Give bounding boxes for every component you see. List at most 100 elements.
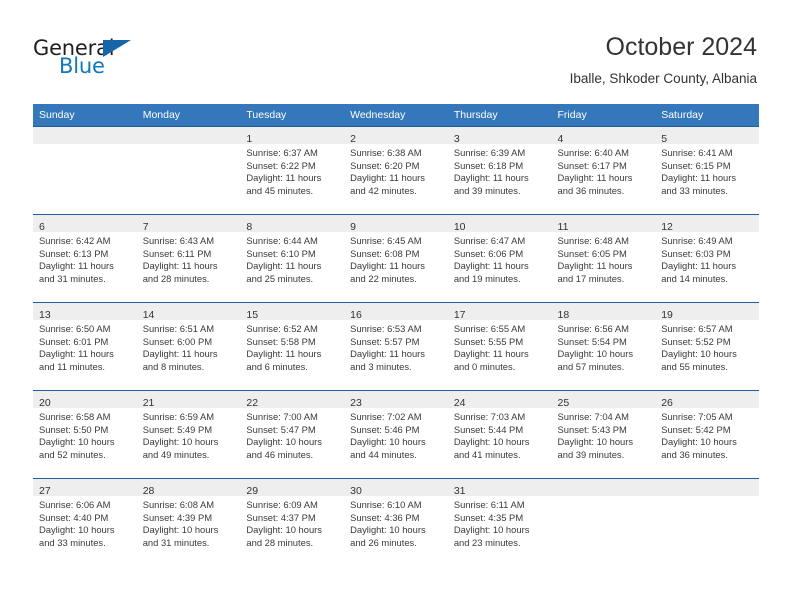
calendar-day-cell[interactable]: 31 Sunrise: 6:11 AM Sunset: 4:35 PM Dayligh… — [447, 478, 552, 566]
calendar-day-cell[interactable]: 3 Sunrise: 6:39 AM Sunset: 6:18 PM Daylight… — [447, 126, 552, 215]
calendar-day-cell[interactable]: 1 Sunrise: 6:37 AM Sunset: 6:22 PM Daylight… — [240, 126, 345, 215]
calendar-week-row: 6 Sunrise: 6:42 AM Sunset: 6:13 PM Daylight… — [33, 214, 759, 303]
daylight-duration-line2: and 46 minutes. — [246, 448, 314, 460]
day-number: 9 — [350, 221, 356, 233]
day-cell-body: Sunrise: 6:43 AM Sunset: 6:11 PM Daylight:… — [137, 232, 241, 285]
calendar-day-cell[interactable]: 11 Sunrise: 6:48 AM Sunset: 6:05 PM Dayligh… — [551, 214, 656, 303]
day-cell-body: Sunrise: 6:11 AM Sunset: 4:35 PM Daylight:… — [448, 496, 552, 549]
daylight-duration-line1: Daylight: 10 hours — [557, 348, 634, 360]
calendar-day-cell[interactable]: 14 Sunrise: 6:51 AM Sunset: 6:00 PM Dayligh… — [136, 302, 241, 391]
calendar-day-cell[interactable]: 30 Sunrise: 6:10 AM Sunset: 4:36 PM Dayligh… — [344, 478, 448, 566]
day-cell-body: Sunrise: 7:02 AM Sunset: 5:46 PM Daylight:… — [344, 408, 448, 461]
sunrise-time: Sunrise: 6:45 AM — [350, 235, 422, 246]
day-cell-body — [137, 144, 241, 147]
sunset-time: Sunset: 6:01 PM — [39, 335, 109, 347]
day-number-band: 19 — [655, 303, 759, 321]
calendar-day-cell[interactable]: 25 Sunrise: 7:04 AM Sunset: 5:43 PM Dayligh… — [551, 390, 656, 479]
sunset-time: Sunset: 6:15 PM — [661, 159, 731, 171]
day-number: 12 — [661, 221, 673, 233]
daylight-duration-line2: and 33 minutes. — [39, 536, 106, 548]
calendar-day-cell-empty — [33, 126, 137, 215]
calendar-day-cell[interactable]: 24 Sunrise: 7:03 AM Sunset: 5:44 PM Dayligh… — [447, 390, 552, 479]
day-number: 13 — [39, 309, 51, 321]
sunrise-time: Sunrise: 6:09 AM — [246, 499, 318, 510]
day-number-band: 31 — [447, 479, 552, 497]
calendar-day-cell[interactable]: 5 Sunrise: 6:41 AM Sunset: 6:15 PM Daylight… — [655, 126, 759, 215]
day-cell-body: Sunrise: 6:50 AM Sunset: 6:01 PM Daylight:… — [33, 320, 137, 373]
daylight-duration-line2: and 42 minutes. — [350, 184, 417, 196]
calendar-day-cell[interactable]: 20 Sunrise: 6:58 AM Sunset: 5:50 PM Dayligh… — [33, 390, 137, 479]
sunset-time: Sunset: 5:47 PM — [246, 423, 316, 435]
daylight-duration-line2: and 31 minutes. — [39, 272, 106, 284]
calendar-day-cell[interactable]: 17 Sunrise: 6:55 AM Sunset: 5:55 PM Dayligh… — [447, 302, 552, 391]
calendar-day-cell[interactable]: 6 Sunrise: 6:42 AM Sunset: 6:13 PM Daylight… — [33, 214, 137, 303]
calendar-week-row: 27 Sunrise: 6:06 AM Sunset: 4:40 PM Dayligh… — [33, 478, 759, 566]
day-cell-inner — [551, 479, 656, 566]
daylight-duration-line2: and 44 minutes. — [350, 448, 417, 460]
day-cell-inner: 9 Sunrise: 6:45 AM Sunset: 6:08 PM Daylight… — [344, 215, 448, 302]
calendar-day-cell[interactable]: 8 Sunrise: 6:44 AM Sunset: 6:10 PM Daylight… — [240, 214, 345, 303]
calendar-day-cell[interactable]: 10 Sunrise: 6:47 AM Sunset: 6:06 PM Dayligh… — [447, 214, 552, 303]
calendar-day-cell[interactable]: 7 Sunrise: 6:43 AM Sunset: 6:11 PM Daylight… — [136, 214, 241, 303]
day-cell-inner: 23 Sunrise: 7:02 AM Sunset: 5:46 PM Dayligh… — [344, 391, 448, 478]
calendar-day-cell[interactable]: 16 Sunrise: 6:53 AM Sunset: 5:57 PM Dayligh… — [344, 302, 448, 391]
calendar-day-cell[interactable]: 21 Sunrise: 6:59 AM Sunset: 5:49 PM Dayligh… — [136, 390, 241, 479]
day-cell-body: Sunrise: 6:09 AM Sunset: 4:37 PM Daylight:… — [240, 496, 344, 549]
day-number-band: 7 — [136, 215, 241, 233]
calendar-day-cell[interactable]: 4 Sunrise: 6:40 AM Sunset: 6:17 PM Daylight… — [551, 126, 656, 215]
day-number: 11 — [557, 221, 569, 233]
calendar-day-cell[interactable]: 28 Sunrise: 6:08 AM Sunset: 4:39 PM Dayligh… — [136, 478, 241, 566]
day-number-band: 12 — [655, 215, 759, 233]
daylight-duration-line1: Daylight: 11 hours — [350, 260, 425, 272]
title-block: October 2024 Iballe, Shkoder County, Alb… — [570, 33, 757, 86]
calendar-day-cell-empty — [136, 126, 241, 215]
calendar-day-cell[interactable]: 23 Sunrise: 7:02 AM Sunset: 5:46 PM Dayligh… — [344, 390, 448, 479]
calendar-day-cell[interactable]: 19 Sunrise: 6:57 AM Sunset: 5:52 PM Dayligh… — [655, 302, 759, 391]
calendar-day-cell[interactable]: 12 Sunrise: 6:49 AM Sunset: 6:03 PM Dayligh… — [655, 214, 759, 303]
day-cell-inner: 28 Sunrise: 6:08 AM Sunset: 4:39 PM Dayligh… — [136, 479, 241, 566]
calendar-day-cell[interactable]: 22 Sunrise: 7:00 AM Sunset: 5:47 PM Dayligh… — [240, 390, 345, 479]
day-cell-inner — [33, 127, 137, 214]
sunset-time: Sunset: 6:20 PM — [350, 159, 420, 171]
sunrise-time: Sunrise: 7:00 AM — [246, 411, 318, 422]
sunrise-sunset-calendar: Sunday Monday Tuesday Wednesday Thursday… — [33, 104, 759, 566]
calendar-page: General Blue October 2024 Iballe, Shkode… — [0, 0, 792, 612]
day-cell-body — [552, 496, 656, 499]
daylight-duration-line2: and 11 minutes. — [39, 360, 106, 372]
calendar-day-cell[interactable]: 26 Sunrise: 7:05 AM Sunset: 5:42 PM Dayligh… — [655, 390, 759, 479]
day-cell-body — [655, 496, 759, 499]
sunrise-time: Sunrise: 6:37 AM — [246, 147, 318, 158]
day-cell-body: Sunrise: 6:56 AM Sunset: 5:54 PM Daylight:… — [552, 320, 656, 373]
day-number-band: 20 — [33, 391, 137, 409]
daylight-duration-line1: Daylight: 10 hours — [142, 436, 219, 448]
day-cell-body: Sunrise: 6:51 AM Sunset: 6:00 PM Daylight:… — [137, 320, 241, 373]
calendar-day-cell[interactable]: 29 Sunrise: 6:09 AM Sunset: 4:37 PM Dayligh… — [240, 478, 345, 566]
day-cell-inner: 22 Sunrise: 7:00 AM Sunset: 5:47 PM Dayligh… — [240, 391, 345, 478]
calendar-day-cell[interactable]: 2 Sunrise: 6:38 AM Sunset: 6:20 PM Daylight… — [344, 126, 448, 215]
weekday-header-monday: Monday — [136, 104, 241, 127]
calendar-day-cell[interactable]: 15 Sunrise: 6:52 AM Sunset: 5:58 PM Dayligh… — [240, 302, 345, 391]
sunset-time: Sunset: 6:00 PM — [142, 335, 213, 347]
day-number: 19 — [661, 309, 673, 321]
general-blue-logo[interactable]: General Blue — [33, 38, 253, 86]
calendar-day-cell[interactable]: 9 Sunrise: 6:45 AM Sunset: 6:08 PM Daylight… — [344, 214, 448, 303]
calendar-day-cell-empty — [655, 478, 759, 566]
day-cell-body: Sunrise: 6:37 AM Sunset: 6:22 PM Daylight:… — [240, 144, 344, 197]
day-number-band: 25 — [551, 391, 656, 409]
day-cell-body: Sunrise: 6:38 AM Sunset: 6:20 PM Daylight:… — [344, 144, 448, 197]
day-number: 21 — [142, 397, 155, 409]
day-cell-inner: 3 Sunrise: 6:39 AM Sunset: 6:18 PM Daylight… — [447, 127, 552, 214]
calendar-day-cell[interactable]: 13 Sunrise: 6:50 AM Sunset: 6:01 PM Dayligh… — [33, 302, 137, 391]
page-subtitle: Iballe, Shkoder County, Albania — [569, 70, 757, 86]
daylight-duration-line2: and 28 minutes. — [142, 272, 210, 284]
sunrise-time: Sunrise: 6:39 AM — [453, 147, 526, 158]
calendar-day-cell[interactable]: 27 Sunrise: 6:06 AM Sunset: 4:40 PM Dayligh… — [33, 478, 137, 566]
daylight-duration-line2: and 0 minutes. — [453, 360, 516, 372]
daylight-duration-line2: and 55 minutes. — [661, 360, 728, 372]
day-cell-inner: 21 Sunrise: 6:59 AM Sunset: 5:49 PM Dayligh… — [136, 391, 241, 478]
daylight-duration-line2: and 33 minutes. — [661, 184, 728, 196]
calendar-day-cell[interactable]: 18 Sunrise: 6:56 AM Sunset: 5:54 PM Dayligh… — [551, 302, 656, 391]
day-cell-inner: 12 Sunrise: 6:49 AM Sunset: 6:03 PM Dayligh… — [655, 215, 759, 302]
day-cell-inner — [655, 479, 759, 566]
sunset-time: Sunset: 5:55 PM — [453, 335, 524, 347]
